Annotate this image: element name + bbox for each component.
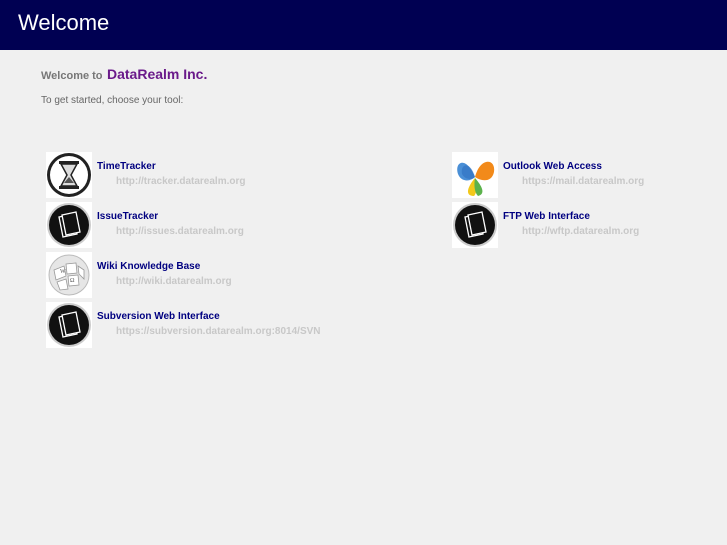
instructions-text: To get started, choose your tool: xyxy=(41,95,184,106)
tool-ftp[interactable]: FTP Web Interface http://wftp.datarealm.… xyxy=(452,202,727,250)
svg-text:W: W xyxy=(60,269,66,275)
butterfly-icon[interactable] xyxy=(452,152,498,198)
tool-outlook[interactable]: Outlook Web Access https://mail.datareal… xyxy=(452,152,727,200)
folder-icon[interactable] xyxy=(46,302,92,348)
tool-url-wiki: http://wiki.datarealm.org xyxy=(116,276,232,287)
page-header: Welcome xyxy=(0,0,727,50)
tool-subversion[interactable]: Subversion Web Interface https://subvers… xyxy=(46,302,376,350)
tool-url-issuetracker: http://issues.datarealm.org xyxy=(116,226,244,237)
tool-link-outlook[interactable]: Outlook Web Access xyxy=(503,161,602,172)
svg-text:Ω: Ω xyxy=(70,278,75,284)
tool-link-ftp[interactable]: FTP Web Interface xyxy=(503,211,590,222)
folder-icon[interactable] xyxy=(452,202,498,248)
wikipedia-globe-icon[interactable]: W Ω xyxy=(46,252,92,298)
tool-url-timetracker: http://tracker.datarealm.org xyxy=(116,176,246,187)
welcome-line: Welcome to DataRealm Inc. xyxy=(41,66,207,84)
tool-link-subversion[interactable]: Subversion Web Interface xyxy=(97,311,220,322)
tool-link-issuetracker[interactable]: IssueTracker xyxy=(97,211,158,222)
tool-link-timetracker[interactable]: TimeTracker xyxy=(97,161,156,172)
page-title: Welcome xyxy=(18,10,110,35)
welcome-prefix: Welcome to xyxy=(41,70,103,82)
folder-icon[interactable] xyxy=(46,202,92,248)
tool-wiki[interactable]: W Ω Wiki Knowledge Base http://wiki.data… xyxy=(46,252,376,300)
company-name: DataRealm Inc. xyxy=(106,66,208,82)
tool-link-wiki[interactable]: Wiki Knowledge Base xyxy=(97,261,200,272)
tool-timetracker[interactable]: TimeTracker http://tracker.datarealm.org xyxy=(46,152,376,200)
tool-url-subversion: https://subversion.datarealm.org:8014/SV… xyxy=(116,326,321,337)
tool-url-ftp: http://wftp.datarealm.org xyxy=(522,226,640,237)
tool-issuetracker[interactable]: IssueTracker http://issues.datarealm.org xyxy=(46,202,376,250)
hourglass-icon[interactable] xyxy=(46,152,92,198)
tool-url-outlook: https://mail.datarealm.org xyxy=(522,176,645,187)
